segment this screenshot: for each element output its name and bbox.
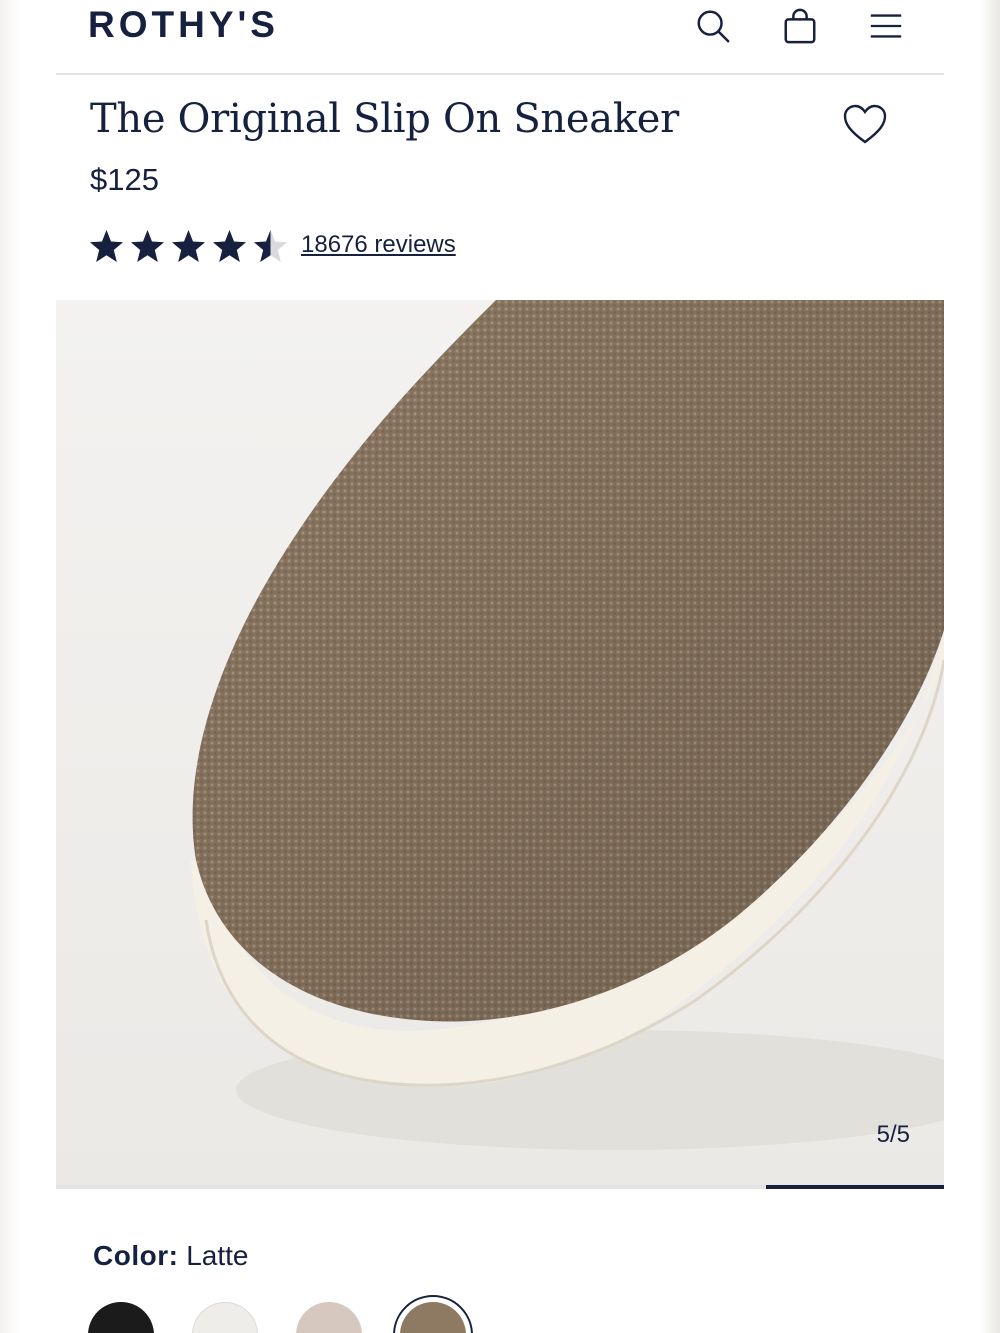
product-price: $125 [90,162,159,197]
color-swatches [88,1295,473,1333]
sneaker-photo [56,300,944,1185]
heart-icon[interactable] [842,102,888,148]
product-page: ROTHY'S The Original Slip On Sneaker $12… [56,0,944,1333]
star-icon [213,230,246,262]
color-swatch-black[interactable] [88,1302,154,1333]
product-title: The Original Slip On Sneaker [90,96,679,142]
color-swatch-latte[interactable] [393,1295,473,1333]
image-counter: 5/5 [876,1121,910,1148]
star-icon [90,230,123,262]
site-header: ROTHY'S [56,0,944,75]
star-icon [131,230,164,262]
rating-stars[interactable] [88,228,289,265]
reviews-link[interactable]: 18676 reviews [301,231,456,259]
brand-logo[interactable]: ROTHY'S [88,4,279,46]
color-swatch-white[interactable] [192,1302,258,1333]
bag-icon[interactable] [778,4,822,48]
gallery-progress [56,1185,944,1189]
menu-icon[interactable] [864,4,908,48]
color-label-key: Color: [93,1240,179,1271]
search-icon[interactable] [691,4,735,48]
gallery-progress-fill [766,1185,944,1189]
star-icon [172,230,205,262]
product-image[interactable]: 5/5 [56,300,944,1185]
page-frame: ROTHY'S The Original Slip On Sneaker $12… [0,0,1000,1333]
star-icon [254,230,287,262]
color-swatch-blush[interactable] [296,1302,362,1333]
color-label: Color: Latte [93,1240,249,1272]
color-value: Latte [186,1240,249,1271]
